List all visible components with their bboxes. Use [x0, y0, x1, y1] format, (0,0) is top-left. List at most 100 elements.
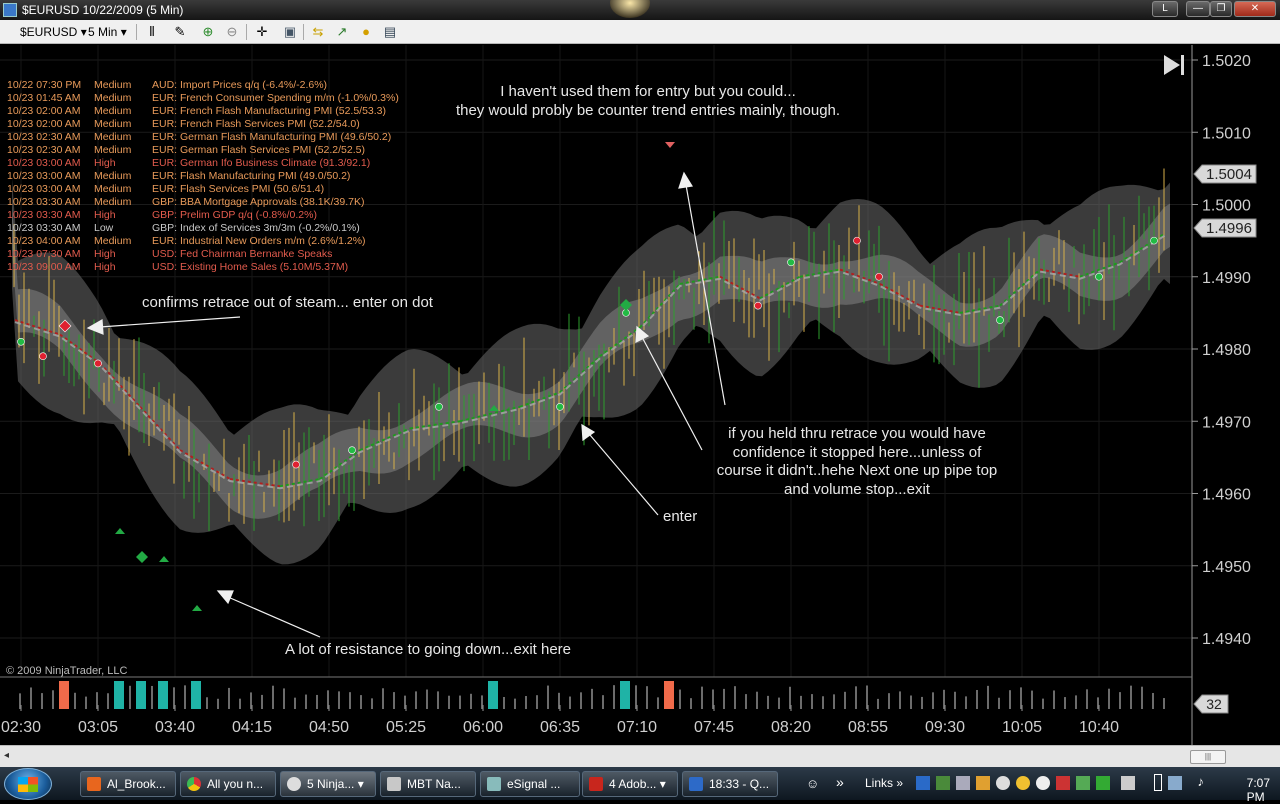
- network-icon[interactable]: [1168, 776, 1182, 790]
- links-toolbar[interactable]: Links »: [865, 776, 903, 790]
- tray-app-icon[interactable]: [936, 776, 950, 790]
- horizontal-scrollbar[interactable]: ◂ |||: [0, 745, 1280, 767]
- volume-icon[interactable]: ♪: [1198, 774, 1205, 789]
- zoom-out-icon[interactable]: ⊖: [224, 24, 240, 40]
- maximize-button[interactable]: ❐: [1210, 1, 1232, 17]
- bar-type-icon[interactable]: ⫴: [144, 24, 160, 40]
- battery-icon[interactable]: [1154, 774, 1162, 791]
- volume-bar: [52, 690, 54, 709]
- volume-bar: [580, 692, 582, 709]
- volume-bar: [620, 681, 630, 709]
- news-text: EUR: German Flash Manufacturing PMI (49.…: [152, 131, 391, 143]
- tray-app-icon[interactable]: [1016, 776, 1030, 790]
- volume-bar: [855, 686, 857, 709]
- arrow-head: [678, 171, 693, 189]
- time-tick-label: 10:05: [1002, 719, 1042, 736]
- price-tick-label: 1.4940: [1202, 631, 1251, 648]
- volume-bar: [811, 694, 813, 709]
- signal-dot: [17, 337, 25, 346]
- scroll-left-icon[interactable]: ◂: [4, 750, 9, 761]
- start-button[interactable]: [4, 768, 52, 800]
- arrow-resistance: [227, 596, 321, 638]
- data-box-icon[interactable]: ▤: [382, 24, 398, 40]
- volume-bar: [338, 691, 340, 709]
- tray-app-icon[interactable]: [1121, 776, 1135, 790]
- signal-dot: [853, 236, 861, 245]
- price-chart[interactable]: 1.5020 1.5010 1.5000 1.4990 1.4980 1.4970 1.49…: [0, 45, 1280, 745]
- time-tick-label: 08:55: [848, 719, 888, 736]
- tray-app-icon[interactable]: [976, 776, 990, 790]
- title-glow: [610, 0, 650, 18]
- task-adobe[interactable]: 4 Adob... ▾: [582, 771, 678, 797]
- news-date: 10/23 04:00 AM: [7, 235, 81, 247]
- signal-dot: [292, 460, 300, 469]
- news-item: 10/22 07:30 PM Medium AUD: Import Prices q…: [7, 79, 327, 91]
- task-esignal[interactable]: eSignal ...: [480, 771, 580, 797]
- volume-bar: [470, 693, 472, 709]
- price-tick-label: 1.4970: [1202, 414, 1251, 431]
- scrollbar-thumb[interactable]: |||: [1190, 750, 1226, 764]
- tray-app-icon[interactable]: [996, 776, 1010, 790]
- minimize-button[interactable]: —: [1186, 1, 1210, 17]
- signal-dot: [754, 301, 762, 310]
- tray-app-icon[interactable]: [1096, 776, 1110, 790]
- volume-bar: [547, 685, 549, 709]
- volume-bar: [415, 691, 417, 709]
- volume-bar: [1119, 692, 1121, 709]
- volume-bar: [822, 696, 824, 709]
- scroll-to-end-icon[interactable]: [1164, 55, 1184, 75]
- volume-bar: [756, 691, 758, 709]
- volume-bar: [602, 695, 604, 709]
- volume-bar: [30, 687, 32, 709]
- news-item: 10/23 02:00 AM Medium EUR: French Flash Ma…: [7, 105, 386, 117]
- time-tick-label: 02:30: [1, 719, 41, 736]
- interval-label: 5 Min: [88, 25, 118, 39]
- task-label: MBT Na...: [407, 777, 461, 791]
- interval-selector[interactable]: 5 Min ▾: [88, 24, 127, 40]
- current-price-label: 1.5004: [1206, 166, 1252, 183]
- tray-app-icon[interactable]: [956, 776, 970, 790]
- tray-app-icon[interactable]: [1076, 776, 1090, 790]
- volume-bar: [1053, 690, 1055, 709]
- instrument-selector[interactable]: $EURUSD ▾: [20, 24, 87, 40]
- volume-bar: [1086, 689, 1088, 709]
- user-icon[interactable]: ☺: [806, 776, 819, 791]
- volume-bar: [591, 688, 593, 709]
- indicators-icon[interactable]: ↗: [334, 24, 350, 40]
- overflow-chevron-icon[interactable]: »: [836, 774, 844, 790]
- task-al-brooks[interactable]: Al_Brook...: [80, 771, 176, 797]
- volume-bar: [488, 681, 498, 709]
- draw-pencil-icon[interactable]: ✎: [172, 24, 188, 40]
- crosshair-icon[interactable]: ✛: [254, 24, 270, 40]
- volume-bar: [899, 691, 901, 709]
- news-text: GBP: BBA Mortgage Approvals (38.1K/39.7K…: [152, 196, 364, 208]
- signal-triangle: [665, 142, 675, 148]
- task-chrome[interactable]: All you n...: [180, 771, 276, 797]
- news-text: EUR: German Ifo Business Climate (91.3/9…: [152, 157, 370, 169]
- task-ninjatrader[interactable]: 5 Ninja... ▾: [280, 771, 376, 797]
- volume-bar: [107, 693, 109, 709]
- volume-bar: [114, 681, 124, 709]
- volume-bar: [1163, 698, 1165, 709]
- task-quote[interactable]: 18:33 - Q...: [682, 771, 778, 797]
- news-date: 10/23 02:30 AM: [7, 144, 81, 156]
- news-date: 10/23 02:00 AM: [7, 118, 81, 130]
- tray-app-icon[interactable]: [1056, 776, 1070, 790]
- annotation-hold-line2: confidence it stopped here...unless of: [733, 444, 982, 461]
- signal-dot: [1150, 236, 1158, 245]
- task-mbt[interactable]: MBT Na...: [380, 771, 476, 797]
- link-button[interactable]: L: [1152, 1, 1178, 17]
- strategies-icon[interactable]: ⇆: [310, 24, 326, 40]
- volume-bar: [158, 681, 168, 709]
- tray-app-icon[interactable]: [916, 776, 930, 790]
- news-date: 10/23 09:00 AM: [7, 261, 81, 273]
- news-item: 10/23 09:00 AM High USD: Existing Home Sal…: [7, 261, 348, 273]
- volume-bar: [1075, 695, 1077, 709]
- properties-icon[interactable]: ▣: [282, 24, 298, 40]
- overflow-chevron-icon: »: [896, 776, 904, 790]
- tray-app-icon[interactable]: [1036, 776, 1050, 790]
- close-button[interactable]: ✕: [1234, 1, 1276, 17]
- zoom-in-icon[interactable]: ⊕: [200, 24, 216, 40]
- volume-bar: [448, 695, 450, 709]
- dollar-icon[interactable]: ●: [358, 24, 374, 40]
